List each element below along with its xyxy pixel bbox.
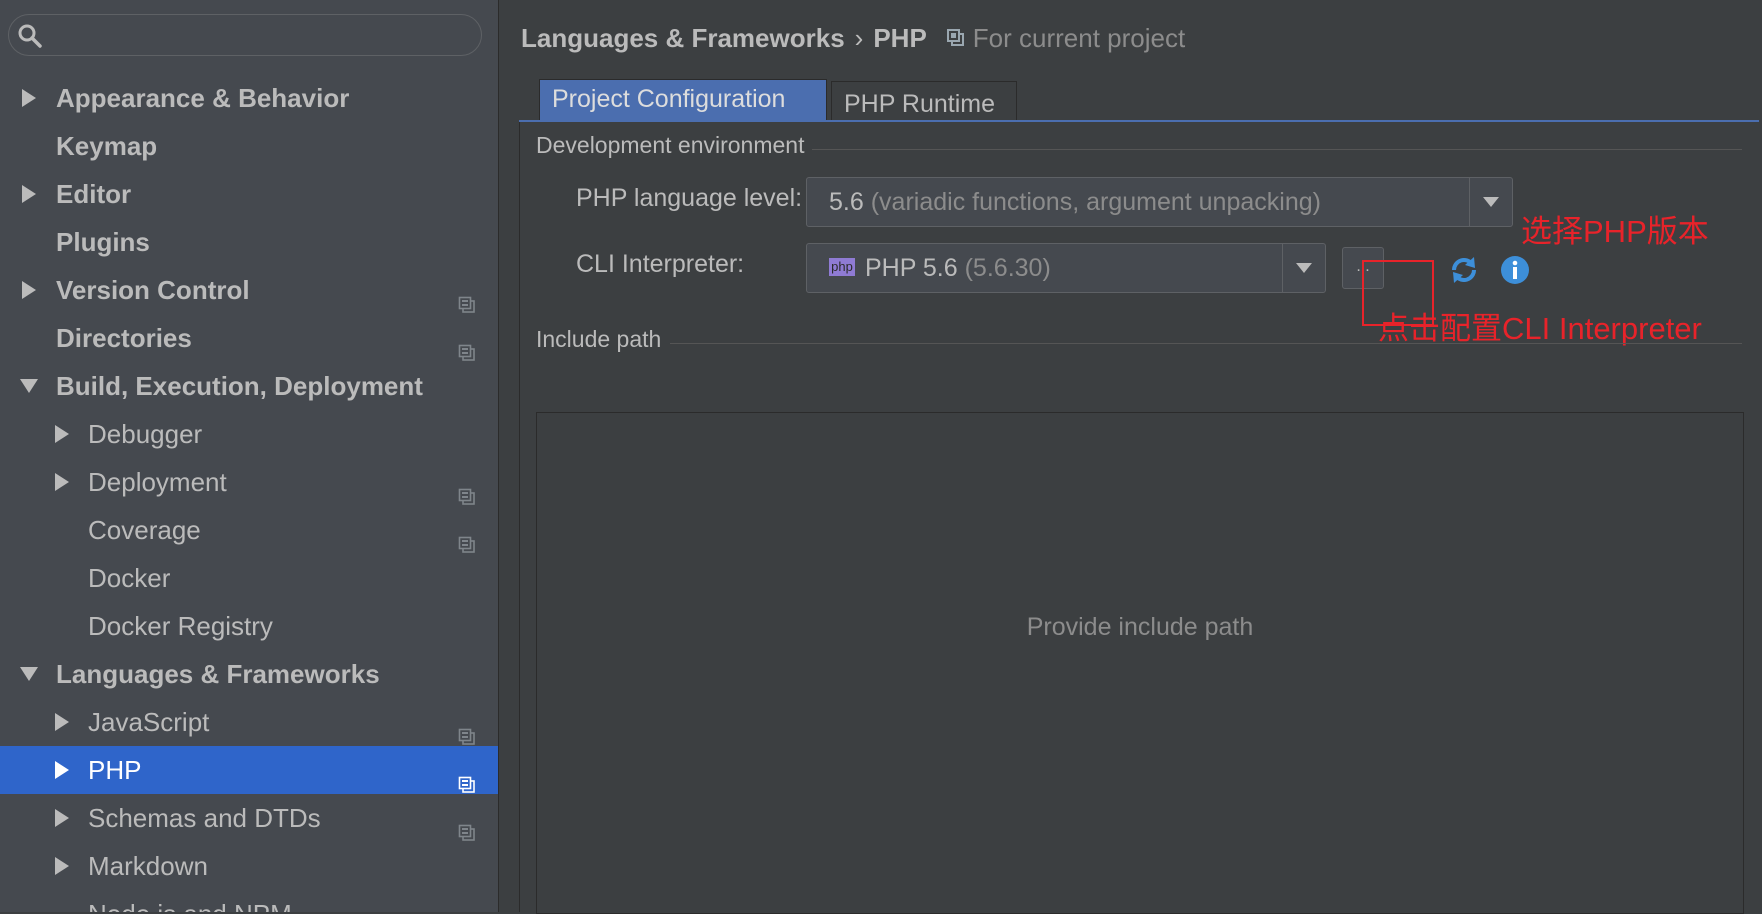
project-scope-icon <box>458 761 476 793</box>
scope-label: For current project <box>972 23 1186 53</box>
annotation-language-level: 选择PHP版本 <box>1521 214 1709 249</box>
collapsed-arrow-icon[interactable] <box>50 410 74 458</box>
collapsed-arrow-icon[interactable] <box>50 794 74 842</box>
sidebar-item-appearance-behavior[interactable]: Appearance & Behavior <box>0 74 498 122</box>
project-scope-icon <box>458 809 476 841</box>
settings-search-field[interactable] <box>8 14 482 56</box>
sidebar-item-label: Keymap <box>56 131 158 161</box>
collapsed-arrow-icon[interactable] <box>17 266 41 314</box>
annotation-cli-interpreter: 点击配置CLI Interpreter <box>1378 311 1702 346</box>
breadcrumb-item-languages[interactable]: Languages & Frameworks <box>521 18 845 58</box>
include-path-empty-text: Provide include path <box>1026 613 1254 641</box>
sidebar-item-label: Directories <box>56 323 192 353</box>
sidebar-item-plugins[interactable]: Plugins <box>0 218 498 266</box>
sidebar-item-label: Docker <box>88 563 171 593</box>
refresh-icon[interactable] <box>1448 254 1480 286</box>
collapsed-arrow-icon[interactable] <box>50 458 74 506</box>
include-path-title: Include path <box>536 326 662 352</box>
collapsed-arrow-icon[interactable] <box>50 698 74 746</box>
project-configuration-panel: Development environment PHP language lev… <box>519 122 1760 914</box>
language-level-label: PHP language level: <box>576 184 803 212</box>
sidebar-item-build-execution-deployment[interactable]: Build, Execution, Deployment <box>0 362 498 410</box>
sidebar-item-schemas-and-dtds[interactable]: Schemas and DTDs <box>0 794 498 842</box>
sidebar-item-keymap[interactable]: Keymap <box>0 122 498 170</box>
dev-env-title: Development environment <box>536 132 805 158</box>
sidebar-item-docker[interactable]: Docker <box>0 554 498 602</box>
chevron-down-icon[interactable] <box>1469 178 1512 226</box>
sidebar-item-label: Deployment <box>88 467 227 497</box>
breadcrumb-item-php: PHP <box>873 23 927 53</box>
project-scope-icon <box>458 329 476 361</box>
sidebar-item-label: PHP <box>88 755 142 785</box>
project-scope-icon <box>458 521 476 553</box>
expanded-arrow-icon[interactable] <box>17 650 41 698</box>
settings-sidebar: Appearance & Behavior Keymap Editor Plugins… <box>0 0 499 912</box>
expanded-arrow-icon[interactable] <box>17 362 41 410</box>
sidebar-item-label: Debugger <box>88 419 203 449</box>
sidebar-item-label: Languages & Frameworks <box>56 659 380 689</box>
cli-interpreter-combo[interactable]: php PHP 5.6 (5.6.30) <box>806 243 1326 293</box>
sidebar-item-editor[interactable]: Editor <box>0 170 498 218</box>
php-icon: php <box>829 258 855 277</box>
settings-tree: Appearance & Behavior Keymap Editor Plugins… <box>0 74 498 912</box>
search-input[interactable] <box>53 19 467 53</box>
sidebar-item-label: Version Control <box>56 275 250 305</box>
language-level-value: 5.6 (variadic functions, argument unpack… <box>829 188 1321 216</box>
collapsed-arrow-icon[interactable] <box>50 746 74 794</box>
sidebar-item-languages-frameworks[interactable]: Languages & Frameworks <box>0 650 498 698</box>
breadcrumb: Languages & Frameworks › PHP For current… <box>521 18 1185 58</box>
dev-env-divider <box>812 149 1742 150</box>
tab-project-configuration[interactable]: Project Configuration <box>539 79 827 121</box>
sidebar-item-coverage[interactable]: Coverage <box>0 506 498 554</box>
language-level-combo[interactable]: 5.6 (variadic functions, argument unpack… <box>806 177 1513 227</box>
sidebar-item-label: Appearance & Behavior <box>56 83 350 113</box>
collapsed-arrow-icon[interactable] <box>17 170 41 218</box>
project-scope-icon <box>458 713 476 745</box>
collapsed-arrow-icon[interactable] <box>50 842 74 890</box>
include-path-list[interactable]: Provide include path <box>536 412 1744 914</box>
sidebar-item-label: JavaScript <box>88 707 210 737</box>
sidebar-item-label: Editor <box>56 179 132 209</box>
chevron-down-icon[interactable] <box>1282 244 1325 292</box>
sidebar-item-javascript[interactable]: JavaScript <box>0 698 498 746</box>
sidebar-item-label: Plugins <box>56 227 150 257</box>
search-icon <box>18 24 42 48</box>
tab-php-runtime[interactable]: PHP Runtime <box>831 81 1017 121</box>
sidebar-item-deployment[interactable]: Deployment <box>0 458 498 506</box>
sidebar-item-label: Coverage <box>88 515 201 545</box>
collapsed-arrow-icon[interactable] <box>17 74 41 122</box>
sidebar-item-label: Build, Execution, Deployment <box>56 371 423 401</box>
sidebar-item-label: Markdown <box>88 851 208 881</box>
sidebar-item-markdown[interactable]: Markdown <box>0 842 498 890</box>
project-scope-icon <box>458 473 476 505</box>
sidebar-item-label: Docker Registry <box>88 611 273 641</box>
sidebar-item-directories[interactable]: Directories <box>0 314 498 362</box>
sidebar-item-docker-registry[interactable]: Docker Registry <box>0 602 498 650</box>
project-scope-icon <box>458 281 476 313</box>
include-path-divider <box>670 343 1742 344</box>
breadcrumb-separator: › <box>854 23 864 53</box>
sidebar-item-node-js-and-npm[interactable]: Node.js and NPM <box>0 890 498 912</box>
project-scope-icon <box>458 905 476 912</box>
info-icon[interactable] <box>1499 254 1531 286</box>
settings-content: Languages & Frameworks › PHP For current… <box>499 0 1762 914</box>
cli-interpreter-value: php PHP 5.6 (5.6.30) <box>829 244 1051 292</box>
sidebar-item-debugger[interactable]: Debugger <box>0 410 498 458</box>
cli-interpreter-label: CLI Interpreter: <box>576 250 745 278</box>
sidebar-item-label: Node.js and NPM <box>88 890 292 912</box>
sidebar-item-php[interactable]: PHP <box>0 746 498 794</box>
sidebar-item-version-control[interactable]: Version Control <box>0 266 498 314</box>
project-scope-icon <box>946 29 964 46</box>
sidebar-item-label: Schemas and DTDs <box>88 803 321 833</box>
